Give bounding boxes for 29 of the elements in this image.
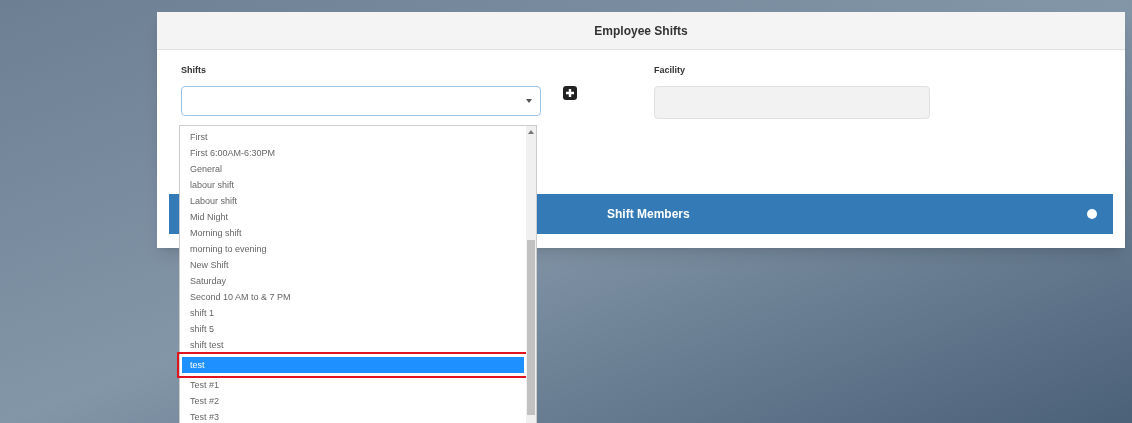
dropdown-option[interactable]: Labour shift: [180, 193, 526, 209]
dropdown-option[interactable]: New Shift: [180, 257, 526, 273]
badge-icon: [1087, 209, 1097, 219]
dropdown-option[interactable]: shift test: [180, 337, 526, 353]
dropdown-option[interactable]: General: [180, 161, 526, 177]
dropdown-option[interactable]: shift 1: [180, 305, 526, 321]
dropdown-option[interactable]: Test #2: [180, 393, 526, 409]
dropdown-option[interactable]: Second 10 AM to & 7 PM: [180, 289, 526, 305]
dropdown-option[interactable]: Mid Night: [180, 209, 526, 225]
dropdown-option[interactable]: shift 5: [180, 321, 526, 337]
plus-icon: [565, 88, 575, 98]
add-button[interactable]: [563, 86, 577, 100]
bar-title: Shift Members: [607, 206, 690, 223]
field-label: Shifts: [181, 64, 207, 77]
dropdown-option[interactable]: Saturday: [180, 273, 526, 289]
dropdown-option[interactable]: labour shift: [180, 177, 526, 193]
shifts-select[interactable]: [181, 85, 541, 116]
dropdown-option[interactable]: Test #3: [180, 409, 526, 423]
scrollbar-thumb[interactable]: [527, 240, 535, 415]
dropdown-option[interactable]: First 6:00AM-6:30PM: [180, 145, 526, 161]
dropdown-option[interactable]: First: [180, 129, 526, 145]
dropdown-option[interactable]: morning to evening: [180, 241, 526, 257]
panel-title: Employee Shifts: [594, 22, 688, 40]
scrollbar[interactable]: [526, 126, 536, 423]
facility-field[interactable]: [654, 85, 930, 119]
dropdown-option[interactable]: Test #1: [180, 377, 526, 393]
caret-icon: [526, 98, 532, 103]
field-label: Facility: [654, 64, 686, 77]
scroll-up-icon[interactable]: [528, 130, 534, 134]
